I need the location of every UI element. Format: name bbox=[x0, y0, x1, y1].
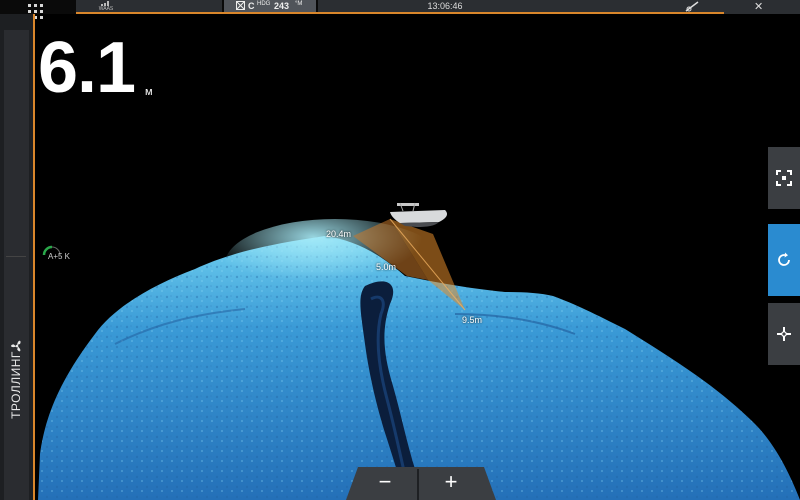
rotate-icon bbox=[778, 252, 790, 266]
pan-view-button[interactable] bbox=[768, 303, 800, 365]
range-label-far: 20.4m bbox=[326, 229, 352, 239]
trolling-mode-button[interactable]: ТРОЛЛИНГ bbox=[9, 351, 23, 419]
heading-unit: °M bbox=[295, 1, 303, 7]
rotate-view-button[interactable] bbox=[768, 224, 800, 296]
clock: 13:06:46 bbox=[427, 1, 463, 11]
move-icon bbox=[777, 327, 791, 341]
range-label-mid: 5.0m bbox=[376, 262, 397, 272]
frame-icon bbox=[776, 170, 792, 186]
depth-value: 6.1 bbox=[38, 28, 136, 108]
heading-prefix: C bbox=[248, 1, 255, 11]
fit-view-button[interactable] bbox=[768, 147, 800, 209]
gps-label: WAAS bbox=[98, 6, 114, 12]
status-bar bbox=[0, 0, 800, 14]
status-bar-right: ✕ bbox=[724, 0, 800, 14]
heading-readout[interactable]: C HDG 243 °M bbox=[224, 0, 316, 12]
compass-icon bbox=[236, 1, 245, 10]
fishing-rod-icon bbox=[685, 1, 699, 12]
zoom-controls: − + bbox=[346, 467, 496, 500]
left-sidebar bbox=[0, 14, 33, 500]
view-control-panel bbox=[768, 135, 800, 365]
range-label-near: 9.5m bbox=[462, 315, 483, 325]
zoom-in-button[interactable]: + bbox=[420, 467, 482, 500]
heading-value: 243 bbox=[274, 1, 290, 11]
gps-status: WAAS bbox=[96, 0, 116, 12]
depth-unit: м bbox=[145, 86, 153, 98]
zoom-out-button[interactable]: − bbox=[354, 467, 416, 500]
close-icon[interactable]: ✕ bbox=[754, 1, 763, 13]
heading-label: HDG bbox=[257, 1, 271, 7]
gain-label[interactable]: A+5 K bbox=[48, 252, 70, 261]
